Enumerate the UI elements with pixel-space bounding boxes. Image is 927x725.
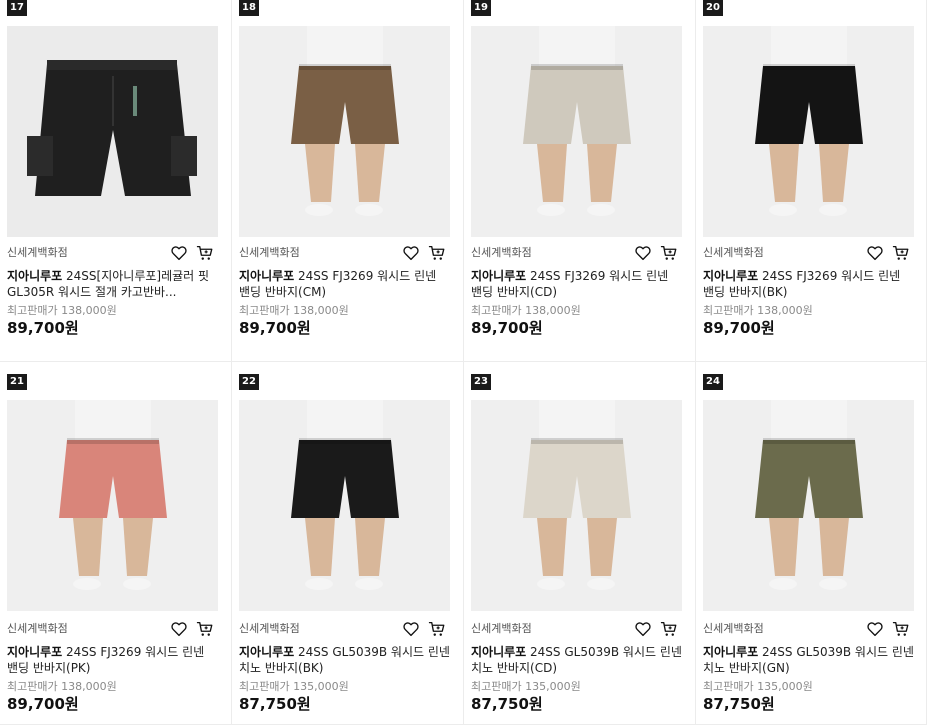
rank-badge: 19 xyxy=(471,0,491,16)
rank-badge: 20 xyxy=(703,0,723,16)
heart-icon[interactable] xyxy=(170,620,188,638)
product-image[interactable] xyxy=(703,400,914,611)
product-photo xyxy=(59,400,167,590)
cart-icon[interactable] xyxy=(660,244,678,262)
product-title[interactable]: 지아니루포 24SS GL5039B 워시드 린넨 치노 반바지(GN) xyxy=(703,644,914,676)
cart-icon[interactable] xyxy=(892,620,910,638)
heart-icon[interactable] xyxy=(634,620,652,638)
product-title[interactable]: 지아니루포 24SS FJ3269 워시드 린넨 밴딩 반바지(BK) xyxy=(703,268,914,300)
product-card[interactable]: 20 신세계백화점 지아니루포 24SS FJ3269 워시드 린넨 밴딩 반바… xyxy=(696,0,927,362)
brand-name: 지아니루포 xyxy=(471,645,527,659)
product-card[interactable]: 22 신세계백화점 지아니루포 24SS GL5039B 워시드 린넨 치노 반… xyxy=(232,362,464,725)
original-price: 최고판매가 138,000원 xyxy=(239,304,349,317)
product-actions xyxy=(170,244,214,262)
sale-price: 89,700원 xyxy=(471,319,543,337)
product-actions xyxy=(634,244,678,262)
cart-icon[interactable] xyxy=(428,620,446,638)
brand-name: 지아니루포 xyxy=(239,645,295,659)
rank-badge: 24 xyxy=(703,374,723,390)
product-actions xyxy=(402,620,446,638)
heart-icon[interactable] xyxy=(866,620,884,638)
original-price: 최고판매가 135,000원 xyxy=(239,680,349,693)
product-info: 신세계백화점 지아니루포 24SS GL5039B 워시드 린넨 치노 반바지(… xyxy=(703,618,914,713)
product-info: 신세계백화점 지아니루포 24SS FJ3269 워시드 린넨 밴딩 반바지(P… xyxy=(7,618,218,713)
sale-price: 87,750원 xyxy=(239,695,311,713)
cart-icon[interactable] xyxy=(660,620,678,638)
product-info: 신세계백화점 지아니루포 24SS FJ3269 워시드 린넨 밴딩 반바지(B… xyxy=(703,242,914,337)
product-actions xyxy=(634,620,678,638)
original-price: 최고판매가 138,000원 xyxy=(703,304,813,317)
product-actions xyxy=(402,244,446,262)
brand-name: 지아니루포 xyxy=(7,645,63,659)
product-photo xyxy=(755,26,863,216)
product-image[interactable] xyxy=(239,400,450,611)
product-actions xyxy=(866,244,910,262)
cart-icon[interactable] xyxy=(196,244,214,262)
product-card[interactable]: 23 신세계백화점 지아니루포 24SS GL5039B 워시드 린넨 치노 반… xyxy=(464,362,696,725)
sale-price: 87,750원 xyxy=(471,695,543,713)
product-info: 신세계백화점 지아니루포 24SS FJ3269 워시드 린넨 밴딩 반바지(C… xyxy=(471,242,682,337)
product-title[interactable]: 지아니루포 24SS FJ3269 워시드 린넨 밴딩 반바지(CM) xyxy=(239,268,450,300)
product-photo xyxy=(291,26,399,216)
product-photo xyxy=(523,26,631,216)
original-price: 최고판매가 135,000원 xyxy=(703,680,813,693)
product-title[interactable]: 지아니루포 24SS FJ3269 워시드 린넨 밴딩 반바지(PK) xyxy=(7,644,218,676)
product-title[interactable]: 지아니루포 24SS[지아니루포]레귤러 핏 GL305R 워시드 절개 카고반… xyxy=(7,268,218,300)
product-actions xyxy=(170,620,214,638)
brand-name: 지아니루포 xyxy=(703,269,759,283)
product-image[interactable] xyxy=(7,400,218,611)
heart-icon[interactable] xyxy=(402,620,420,638)
original-price: 최고판매가 138,000원 xyxy=(471,304,581,317)
brand-name: 지아니루포 xyxy=(239,269,295,283)
sale-price: 89,700원 xyxy=(239,319,311,337)
product-card[interactable]: 21 신세계백화점 지아니루포 24SS FJ3269 워시드 린넨 밴딩 반바… xyxy=(0,362,232,725)
product-photo xyxy=(755,400,863,590)
original-price: 최고판매가 138,000원 xyxy=(7,304,117,317)
product-image[interactable] xyxy=(703,26,914,237)
product-photo xyxy=(523,400,631,590)
sale-price: 89,700원 xyxy=(7,319,79,337)
cart-icon[interactable] xyxy=(428,244,446,262)
brand-name: 지아니루포 xyxy=(471,269,527,283)
product-image[interactable] xyxy=(471,26,682,237)
product-card[interactable]: 19 신세계백화점 지아니루포 24SS FJ3269 워시드 린넨 밴딩 반바… xyxy=(464,0,696,362)
product-actions xyxy=(866,620,910,638)
product-card[interactable]: 17 신세계백화점 지아니루포 24SS[지아니루포]레귤러 핏 GL305R … xyxy=(0,0,232,362)
product-info: 신세계백화점 지아니루포 24SS FJ3269 워시드 린넨 밴딩 반바지(C… xyxy=(239,242,450,337)
product-title[interactable]: 지아니루포 24SS GL5039B 워시드 린넨 치노 반바지(CD) xyxy=(471,644,682,676)
product-photo xyxy=(291,400,399,590)
rank-badge: 21 xyxy=(7,374,27,390)
product-image[interactable] xyxy=(239,26,450,237)
rank-badge: 18 xyxy=(239,0,259,16)
sale-price: 87,750원 xyxy=(703,695,775,713)
heart-icon[interactable] xyxy=(402,244,420,262)
rank-badge: 22 xyxy=(239,374,259,390)
original-price: 최고판매가 135,000원 xyxy=(471,680,581,693)
rank-badge: 17 xyxy=(7,0,27,16)
heart-icon[interactable] xyxy=(170,244,188,262)
cart-icon[interactable] xyxy=(892,244,910,262)
brand-name: 지아니루포 xyxy=(703,645,759,659)
product-info: 신세계백화점 지아니루포 24SS GL5039B 워시드 린넨 치노 반바지(… xyxy=(471,618,682,713)
product-image[interactable] xyxy=(7,26,218,237)
product-title[interactable]: 지아니루포 24SS FJ3269 워시드 린넨 밴딩 반바지(CD) xyxy=(471,268,682,300)
heart-icon[interactable] xyxy=(634,244,652,262)
heart-icon[interactable] xyxy=(866,244,884,262)
product-card[interactable]: 24 신세계백화점 지아니루포 24SS GL5039B 워시드 린넨 치노 반… xyxy=(696,362,927,725)
product-card[interactable]: 18 신세계백화점 지아니루포 24SS FJ3269 워시드 린넨 밴딩 반바… xyxy=(232,0,464,362)
brand-name: 지아니루포 xyxy=(7,269,63,283)
product-photo xyxy=(27,60,197,196)
sale-price: 89,700원 xyxy=(703,319,775,337)
rank-badge: 23 xyxy=(471,374,491,390)
product-info: 신세계백화점 지아니루포 24SS GL5039B 워시드 린넨 치노 반바지(… xyxy=(239,618,450,713)
original-price: 최고판매가 138,000원 xyxy=(7,680,117,693)
product-image[interactable] xyxy=(471,400,682,611)
cart-icon[interactable] xyxy=(196,620,214,638)
sale-price: 89,700원 xyxy=(7,695,79,713)
product-title[interactable]: 지아니루포 24SS GL5039B 워시드 린넨 치노 반바지(BK) xyxy=(239,644,450,676)
product-grid: 17 신세계백화점 지아니루포 24SS[지아니루포]레귤러 핏 GL305R … xyxy=(0,0,927,725)
product-info: 신세계백화점 지아니루포 24SS[지아니루포]레귤러 핏 GL305R 워시드… xyxy=(7,242,218,337)
